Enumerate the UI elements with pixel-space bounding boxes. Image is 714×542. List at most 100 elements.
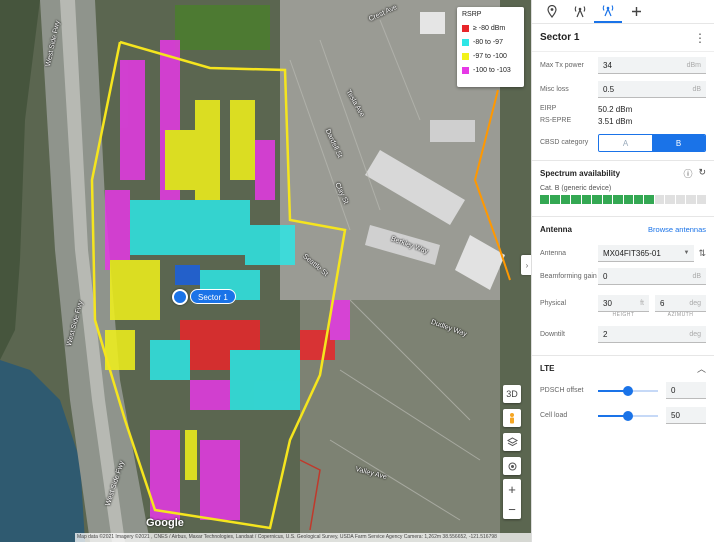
field-unit: dB: [692, 85, 701, 93]
field-unit: dBm: [686, 61, 701, 69]
chevron-up-icon[interactable]: ︿: [697, 362, 706, 375]
spectrum-segment: [581, 195, 592, 204]
sector-marker-label[interactable]: Sector 1: [190, 289, 236, 304]
cell-load-input[interactable]: 50: [666, 407, 706, 424]
field-value: 30: [603, 298, 612, 308]
antenna-header: Antenna Browse antennas: [532, 217, 714, 241]
sector-marker[interactable]: [172, 289, 188, 305]
zoom-in-button[interactable]: +: [503, 479, 521, 499]
beamforming-row: Beamforming gain 0 dB: [532, 268, 714, 285]
legend-swatch: [462, 24, 469, 32]
spectrum-segment: [623, 195, 633, 204]
slider-handle[interactable]: [623, 386, 633, 396]
downtilt-input[interactable]: 2 deg: [598, 326, 706, 343]
map-attribution: Map data ©2021 Imagery ©2021 , CNES / Ai…: [75, 533, 531, 542]
section-title: Spectrum availability: [540, 168, 621, 178]
location-pin-icon[interactable]: [538, 0, 566, 23]
dropdown-arrow-icon: ▼: [683, 250, 690, 256]
legend-label: -80 to -97: [473, 38, 503, 46]
add-icon[interactable]: [622, 0, 650, 23]
slider-handle[interactable]: [623, 411, 633, 421]
field-unit: deg: [689, 299, 701, 307]
help-icon[interactable]: ⓘ: [683, 167, 692, 180]
beamforming-gain-input[interactable]: 0 dB: [598, 268, 706, 285]
eirp-value: 50.2 dBm: [598, 104, 633, 114]
street-view-pegman-icon[interactable]: [503, 409, 521, 427]
antenna-select[interactable]: MX04FIT365-01 ▼: [598, 245, 695, 262]
layers-icon[interactable]: [503, 433, 521, 451]
field-value: 6: [660, 298, 665, 308]
spectrum-segment: [686, 195, 696, 204]
pdsch-offset-slider[interactable]: [598, 382, 658, 399]
panel-tabs: [532, 0, 714, 24]
height-caption: HEIGHT: [612, 312, 635, 318]
lte-section: LTE ︿ PDSCH offset 0 Cell load 50: [532, 355, 714, 424]
spectrum-segment: [613, 195, 623, 204]
cell-load-row: Cell load 50: [532, 407, 714, 424]
sector-side-panel: Sector 1 ⋮ Max Tx power 34 dBm Misc loss…: [531, 0, 714, 542]
my-location-icon[interactable]: [503, 457, 521, 475]
field-label: Beamforming gain: [540, 272, 597, 280]
3d-toggle-button[interactable]: 3D: [503, 385, 521, 403]
legend-swatch: [462, 66, 469, 74]
field-label: EIRP: [540, 105, 557, 112]
lte-header[interactable]: LTE ︿: [532, 356, 714, 380]
field-value: 0: [603, 271, 608, 281]
field-label: CBSD category: [540, 139, 589, 146]
swap-sort-icon[interactable]: ⇅: [698, 248, 706, 259]
legend-label: ≥ -80 dBm: [473, 24, 506, 32]
height-input[interactable]: 30 ft: [598, 295, 649, 312]
field-value: 0.5: [603, 84, 615, 94]
spectrum-segment: [592, 195, 602, 204]
cell-load-slider[interactable]: [598, 407, 658, 424]
spectrum-segment: [540, 195, 550, 204]
spectrum-segment: [602, 195, 613, 204]
cbsd-category-toggle: A B: [598, 134, 706, 152]
legend-label: -97 to -100: [473, 52, 507, 60]
pdsch-offset-input[interactable]: 0: [666, 382, 706, 399]
field-unit: deg: [689, 330, 701, 338]
field-unit: dB: [692, 272, 701, 280]
field-value: 2: [603, 329, 608, 339]
sector-antenna-tab-icon[interactable]: [594, 0, 622, 23]
pdsch-offset-row: PDSCH offset 0: [532, 382, 714, 399]
max-tx-power-input[interactable]: 34 dBm: [598, 57, 706, 74]
spectrum-segment: [665, 195, 675, 204]
field-label: Cell load: [540, 411, 568, 419]
antenna-row: Antenna MX04FIT365-01 ▼ ⇅: [532, 245, 714, 262]
spectrum-segment: [560, 195, 571, 204]
section-title: Antenna: [540, 224, 572, 234]
legend-item: ≥ -80 dBm: [462, 21, 519, 35]
antenna-section: Antenna Browse antennas Antenna MX04FIT3…: [532, 216, 714, 343]
misc-loss-row: Misc loss 0.5 dB: [532, 81, 714, 98]
field-label: Max Tx power: [540, 61, 584, 69]
cbsd-option-b[interactable]: B: [652, 135, 705, 151]
field-unit: ft: [640, 299, 644, 307]
legend-label: -100 to -103: [473, 66, 511, 74]
legend-title: RSRP: [462, 11, 482, 18]
legend-swatch: [462, 52, 469, 60]
spectrum-header: Spectrum availability ⓘ ↻: [532, 161, 714, 185]
downtilt-row: Downtilt 2 deg: [532, 326, 714, 343]
cbsd-option-a[interactable]: A: [599, 135, 652, 151]
collapse-panel-chevron-icon[interactable]: ›: [521, 255, 531, 275]
coverage-map[interactable]: West Side Fwy West Side Fwy West Side Fw…: [0, 0, 531, 542]
zoom-out-button[interactable]: −: [503, 499, 521, 519]
field-label: RS-EPRE: [540, 117, 572, 124]
refresh-icon[interactable]: ↻: [698, 167, 706, 180]
spectrum-segment: [644, 195, 654, 204]
field-value: MX04FIT365-01: [603, 248, 661, 258]
tower-icon[interactable]: [566, 0, 594, 23]
browse-antennas-link[interactable]: Browse antennas: [648, 225, 706, 234]
spectrum-segment: [550, 195, 560, 204]
legend-item: -97 to -100: [462, 49, 519, 63]
legend-item: -100 to -103: [462, 63, 519, 77]
rs-epre-row: RS-EPRE 3.51 dBm: [532, 116, 714, 126]
rs-epre-value: 3.51 dBm: [598, 116, 633, 126]
eirp-row: EIRP 50.2 dBm: [532, 104, 714, 114]
more-menu-icon[interactable]: ⋮: [694, 31, 706, 45]
misc-loss-input[interactable]: 0.5 dB: [598, 81, 706, 98]
spectrum-segment: [675, 195, 686, 204]
cbsd-category-row: CBSD category A B: [532, 134, 714, 152]
azimuth-input[interactable]: 6 deg: [655, 295, 706, 312]
